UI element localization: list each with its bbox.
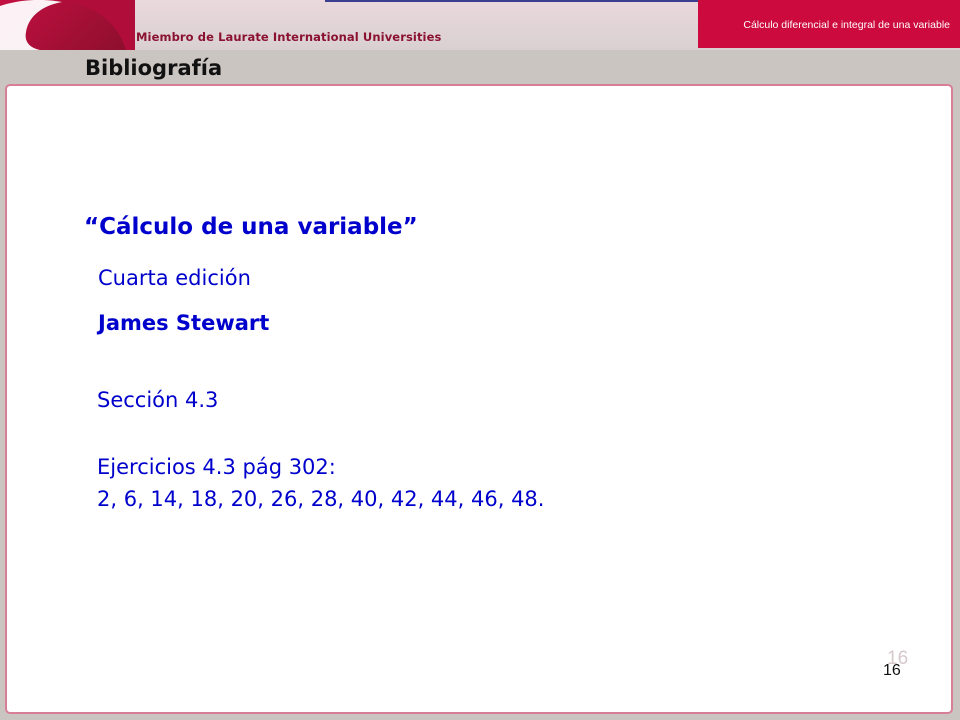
header-accent-line — [325, 0, 700, 2]
book-author: James Stewart — [98, 311, 270, 335]
affiliation-text: Miembro de Laurate International Univers… — [136, 30, 442, 44]
book-edition: Cuarta edición — [98, 266, 251, 290]
header-bar: Miembro de Laurate International Univers… — [0, 0, 960, 50]
page-number: 16 — [883, 662, 901, 679]
exercises-label: Ejercicios 4.3 pág 302: — [97, 455, 336, 479]
book-title: “Cálculo de una variable” — [84, 214, 418, 240]
slide-heading: Bibliografía — [85, 56, 223, 80]
book-section: Sección 4.3 — [97, 388, 219, 412]
university-logo — [0, 0, 135, 50]
exercises-list: 2, 6, 14, 18, 20, 26, 28, 40, 42, 44, 46… — [97, 487, 545, 511]
course-title: Cálculo diferencial e integral de una va… — [743, 19, 950, 31]
logo-swoosh-icon — [0, 0, 135, 50]
course-title-box: Cálculo diferencial e integral de una va… — [698, 0, 960, 48]
